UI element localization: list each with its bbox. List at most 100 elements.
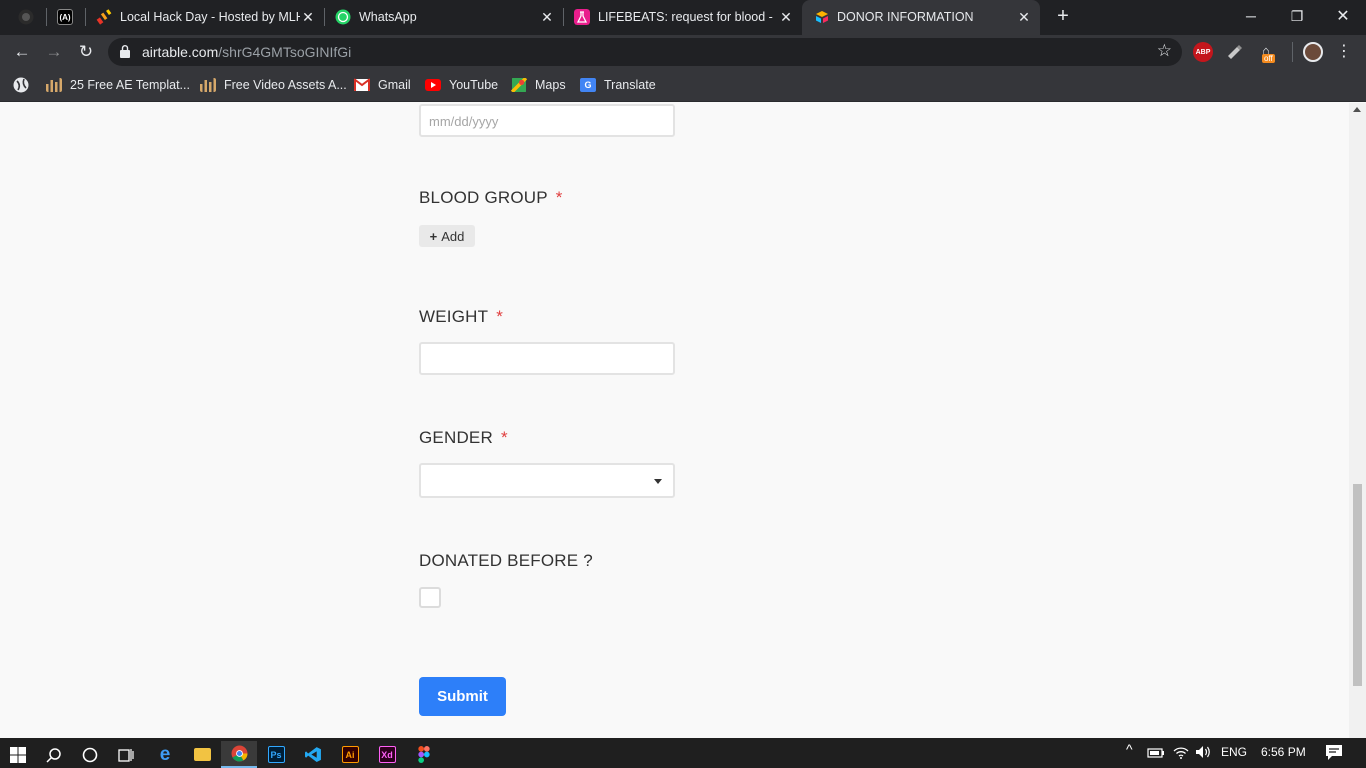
weight-label-text: WEIGHT bbox=[419, 307, 489, 326]
close-tab-icon[interactable]: ✕ bbox=[300, 9, 316, 25]
close-window-icon[interactable]: ✕ bbox=[1320, 0, 1366, 32]
reload-icon[interactable]: ↻ bbox=[74, 40, 98, 64]
pen-extension-icon[interactable] bbox=[1225, 42, 1245, 62]
add-blood-group-button[interactable]: + Add bbox=[419, 225, 475, 247]
cortana-icon[interactable] bbox=[72, 741, 108, 768]
gender-label-text: GENDER bbox=[419, 428, 493, 447]
flask-icon bbox=[574, 9, 590, 25]
close-tab-icon[interactable]: ✕ bbox=[778, 9, 794, 25]
magnifier-icon bbox=[46, 747, 61, 763]
apps-icon[interactable] bbox=[12, 76, 30, 94]
add-button-label: Add bbox=[441, 228, 465, 244]
bookmarks-bar: 25 Free AE Templat... Free Video Assets … bbox=[0, 69, 1366, 102]
bookmark-star-icon[interactable]: ☆ bbox=[1157, 41, 1172, 61]
url-path: /shrG4GMTsoGINIfGi bbox=[218, 44, 352, 60]
language-indicator[interactable]: ENG bbox=[1221, 745, 1247, 759]
file-explorer-icon[interactable] bbox=[184, 741, 220, 768]
clock[interactable]: 6:56 PM bbox=[1261, 745, 1306, 759]
chrome-logo-icon bbox=[231, 745, 247, 762]
bookmark-youtube[interactable]: YouTube bbox=[425, 76, 498, 94]
scroll-up-arrow-icon[interactable] bbox=[1353, 107, 1361, 112]
date-placeholder: mm/dd/yyyy bbox=[429, 114, 499, 129]
donated-before-label: DONATED BEFORE ? bbox=[419, 551, 593, 570]
bookmark-label: Free Video Assets A... bbox=[224, 78, 347, 92]
date-input[interactable]: mm/dd/yyyy bbox=[419, 104, 675, 137]
restore-icon[interactable]: ❐ bbox=[1274, 0, 1320, 32]
battery-icon[interactable] bbox=[1147, 747, 1165, 759]
wifi-icon[interactable] bbox=[1173, 745, 1189, 759]
submit-button[interactable]: Submit bbox=[419, 677, 506, 716]
tab-lifebeats[interactable]: LIFEBEATS: request for blood - Ai ✕ bbox=[564, 0, 802, 35]
new-tab-button[interactable]: + bbox=[1048, 0, 1078, 32]
required-asterisk: * bbox=[500, 428, 508, 447]
lock-icon bbox=[120, 45, 130, 58]
bookmark-label: Translate bbox=[604, 78, 656, 92]
browser-tab-strip: (A) Local Hack Day - Hosted by MLH ✕ Wha… bbox=[0, 0, 1366, 35]
tab-local-hack-day[interactable]: Local Hack Day - Hosted by MLH ✕ bbox=[86, 0, 324, 35]
donated-before-checkbox[interactable] bbox=[419, 587, 441, 608]
url-text: airtable.com/shrG4GMTsoGINIfGi bbox=[142, 44, 351, 60]
tab-whatsapp[interactable]: WhatsApp ✕ bbox=[325, 0, 563, 35]
notification-center-icon[interactable] bbox=[1325, 744, 1343, 761]
bookmark-label: YouTube bbox=[449, 78, 499, 92]
off-badge: off bbox=[1262, 54, 1275, 63]
ai-logo-icon: Ai bbox=[341, 746, 359, 763]
search-icon[interactable] bbox=[36, 741, 72, 768]
whatsapp-icon bbox=[335, 9, 351, 25]
bookmark-maps[interactable]: Maps bbox=[511, 76, 566, 94]
translate-icon: G bbox=[580, 78, 596, 92]
bookmark-label: Gmail bbox=[378, 78, 411, 92]
photoshop-icon[interactable]: Ps bbox=[258, 741, 294, 768]
mlh-icon bbox=[96, 9, 112, 25]
vscode-logo-icon bbox=[304, 747, 321, 762]
menu-kebab-icon[interactable]: ⋮ bbox=[1336, 41, 1352, 61]
browser-toolbar: ← → ↻ airtable.com/shrG4GMTsoGINIfGi ☆ A… bbox=[0, 35, 1366, 69]
back-arrow-icon[interactable]: ← bbox=[10, 40, 34, 64]
adblock-plus-icon[interactable]: ABP bbox=[1193, 42, 1213, 62]
figma-logo-icon bbox=[418, 746, 430, 763]
show-hidden-icons-icon[interactable]: ^ bbox=[1126, 741, 1133, 757]
minimize-icon[interactable]: ─ bbox=[1228, 0, 1274, 32]
forward-arrow-icon[interactable]: → bbox=[42, 40, 66, 64]
github-icon bbox=[18, 9, 34, 25]
plus-icon: + bbox=[429, 228, 438, 244]
chrome-icon[interactable] bbox=[221, 741, 257, 768]
figma-icon[interactable] bbox=[406, 741, 442, 768]
scrollbar-thumb[interactable] bbox=[1353, 484, 1362, 686]
bookmark-label: 25 Free AE Templat... bbox=[70, 78, 190, 92]
tab-github[interactable] bbox=[0, 0, 46, 35]
form-page: mm/dd/yyyy BLOOD GROUP * + Add WEIGHT * GE… bbox=[0, 103, 1366, 738]
close-tab-icon[interactable]: ✕ bbox=[1016, 9, 1032, 25]
youtube-icon bbox=[425, 79, 441, 91]
edge-icon[interactable]: e bbox=[147, 741, 183, 768]
illustrator-icon[interactable]: Ai bbox=[332, 741, 368, 768]
caret-down-icon bbox=[654, 479, 662, 484]
chart-bars-icon bbox=[200, 78, 216, 92]
gender-select[interactable] bbox=[419, 463, 675, 498]
task-view-icon[interactable] bbox=[108, 741, 144, 768]
globe-icon bbox=[13, 77, 29, 93]
profile-avatar[interactable] bbox=[1303, 42, 1323, 62]
tab-donor-information[interactable]: DONOR INFORMATION ✕ bbox=[802, 0, 1040, 35]
volume-icon[interactable] bbox=[1195, 745, 1211, 759]
xd-icon[interactable]: Xd bbox=[369, 741, 405, 768]
page-scrollbar[interactable] bbox=[1349, 103, 1366, 738]
bookmark-ae-templates[interactable]: 25 Free AE Templat... bbox=[46, 76, 190, 94]
required-asterisk: * bbox=[496, 307, 504, 326]
windows-start-icon[interactable] bbox=[0, 741, 36, 768]
gender-label: GENDER * bbox=[419, 428, 508, 448]
tab-title: DONOR INFORMATION bbox=[837, 10, 974, 24]
bookmark-video-assets[interactable]: Free Video Assets A... bbox=[200, 76, 347, 94]
bookmark-translate[interactable]: G Translate bbox=[580, 76, 656, 94]
tab-devto[interactable]: (A) bbox=[47, 0, 83, 35]
weight-input[interactable] bbox=[419, 342, 675, 375]
vscode-icon[interactable] bbox=[295, 741, 331, 768]
chart-bars-icon bbox=[46, 78, 62, 92]
bookmark-gmail[interactable]: Gmail bbox=[354, 76, 411, 94]
address-bar[interactable]: airtable.com/shrG4GMTsoGINIfGi ☆ bbox=[108, 38, 1182, 66]
close-tab-icon[interactable]: ✕ bbox=[539, 9, 555, 25]
windows-logo-icon bbox=[10, 746, 26, 763]
windows-taskbar: e Ps Ai Xd ^ ENG 6:56 PM bbox=[0, 738, 1366, 768]
tab-title: WhatsApp bbox=[359, 10, 417, 24]
honey-extension-icon[interactable]: ⌂ off bbox=[1260, 43, 1282, 65]
